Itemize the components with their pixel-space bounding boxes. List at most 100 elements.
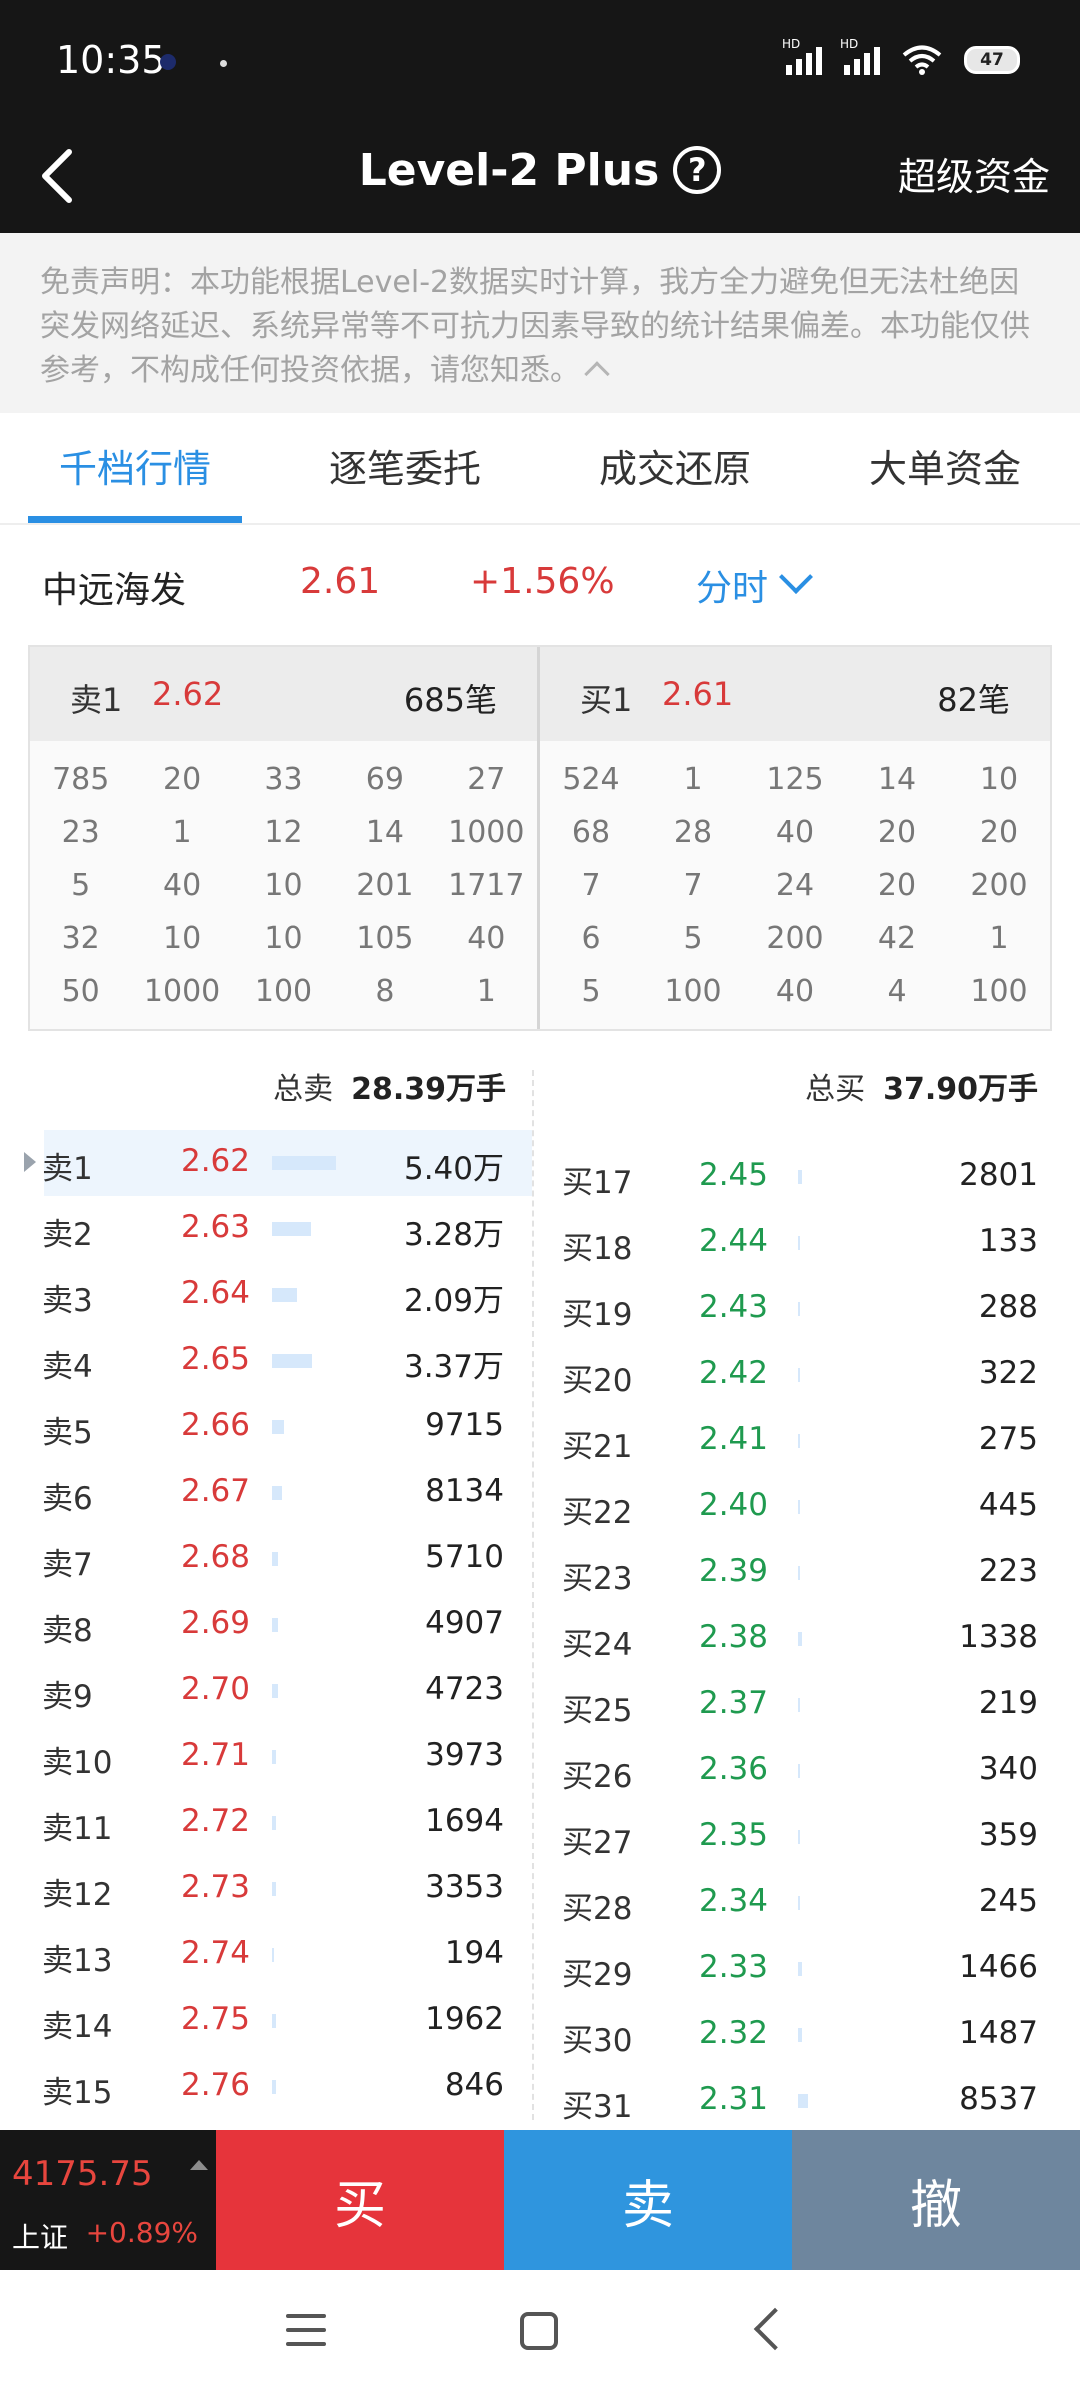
level-volume: 2801 [959, 1157, 1038, 1193]
volume-bar [272, 2014, 276, 2028]
tab-trade-restore[interactable]: 成交还原 [540, 413, 810, 523]
level-price: 2.72 [180, 1803, 250, 1839]
notification-dot-icon [220, 60, 227, 67]
buy-level-row[interactable]: 买19 2.43 288 [534, 1276, 1080, 1342]
sell-rows: 卖1 2.62 5.40万 卖2 2.63 3.28万 卖3 2.64 2.09万 卖4 2.65 3… [0, 1130, 532, 2120]
sell-queue-price: 2.62 [152, 675, 224, 713]
level-label: 卖8 [42, 1613, 93, 1649]
level-volume: 1338 [959, 1619, 1038, 1655]
recent-apps-icon[interactable] [286, 2314, 326, 2348]
system-back-icon[interactable] [753, 2307, 797, 2351]
collapse-chevron-icon[interactable] [584, 360, 610, 387]
sell-queue-cell: 50 [61, 974, 100, 1009]
level-price: 2.36 [698, 1751, 768, 1787]
sell-queue: 卖1 2.62 685笔 785 20 33 69 27 23 1 12 14 1000 5 40 10… [30, 647, 540, 1029]
buy-level-row[interactable]: 买26 2.36 340 [534, 1738, 1080, 1804]
level-label: 买22 [562, 1495, 633, 1531]
sell-queue-cell: 1717 [448, 868, 525, 903]
level-label: 买19 [562, 1297, 633, 1333]
sell-level-row[interactable]: 卖10 2.71 3973 [0, 1724, 532, 1790]
buy-level-row[interactable]: 买21 2.41 275 [534, 1408, 1080, 1474]
sell-level-row[interactable]: 卖12 2.73 3353 [0, 1856, 532, 1922]
level-price: 2.39 [698, 1553, 768, 1589]
period-dropdown[interactable]: 分时 [696, 559, 813, 611]
tab-order-book[interactable]: 千档行情 [0, 413, 270, 523]
sell-queue-cell: 10 [264, 868, 303, 903]
sell-queue-cell: 1000 [143, 974, 221, 1009]
sell-level-row[interactable]: 卖5 2.66 9715 [0, 1394, 532, 1460]
level-volume: 245 [978, 1883, 1038, 1919]
sell-level-row[interactable]: 卖14 2.75 1962 [0, 1988, 532, 2054]
system-nav-bar [0, 2270, 1080, 2400]
buy-level-row[interactable]: 买25 2.37 219 [534, 1672, 1080, 1738]
level-price: 2.65 [180, 1341, 250, 1377]
buy-level-row[interactable]: 买31 2.31 8537 [534, 2068, 1080, 2134]
volume-bar [798, 2028, 802, 2042]
volume-bar [272, 1882, 276, 1896]
sell-level-row[interactable]: 卖2 2.63 3.28万 [0, 1196, 532, 1262]
level-label: 买29 [562, 1957, 633, 1993]
sell-level-row[interactable]: 卖1 2.62 5.40万 [24, 1130, 532, 1196]
sell-level-row[interactable]: 卖11 2.72 1694 [0, 1790, 532, 1856]
help-icon[interactable]: ? [673, 146, 722, 194]
sell-queue-cell: 69 [365, 762, 404, 797]
sell-level-row[interactable]: 卖9 2.70 4723 [0, 1658, 532, 1724]
level-label: 卖12 [42, 1877, 113, 1913]
level-label: 卖1 [42, 1151, 93, 1187]
cancel-order-button[interactable]: 撤 [792, 2130, 1080, 2270]
volume-bar [272, 1288, 297, 1302]
level-volume: 5710 [425, 1539, 504, 1575]
buy-level-row[interactable]: 买29 2.33 1466 [534, 1936, 1080, 2002]
level-label: 买28 [562, 1891, 633, 1927]
buy-button[interactable]: 买 [216, 2130, 504, 2270]
buy-queue-cell: 6 [581, 921, 601, 956]
buy-level-row[interactable]: 买18 2.44 133 [534, 1210, 1080, 1276]
buy-queue-grid: 524 1 125 14 10 68 28 40 20 20 7 7 24 20 200 6 5 200 42 1 5 1… [540, 741, 1050, 1018]
buy-level-row[interactable]: 买20 2.42 322 [534, 1342, 1080, 1408]
buy-queue-cell: 100 [970, 974, 1028, 1009]
buy-level-row[interactable]: 买24 2.38 1338 [534, 1606, 1080, 1672]
level-price: 2.33 [698, 1949, 768, 1985]
level-price: 2.70 [180, 1671, 250, 1707]
level-volume: 9715 [425, 1407, 504, 1443]
buy-level-row[interactable]: 买27 2.35 359 [534, 1804, 1080, 1870]
volume-bar [798, 1500, 800, 1514]
sell-level-row[interactable]: 卖13 2.74 194 [0, 1922, 532, 1988]
home-icon[interactable] [520, 2312, 558, 2350]
sell-level-row[interactable]: 卖7 2.68 5710 [0, 1526, 532, 1592]
sell-level-row[interactable]: 卖8 2.69 4907 [0, 1592, 532, 1658]
order-queue-panel: 卖1 2.62 685笔 785 20 33 69 27 23 1 12 14 1000 5 40 10… [28, 645, 1052, 1031]
buy-level-row[interactable]: 买17 2.45 2801 [534, 1144, 1080, 1210]
page-title: Level-2 Plus [358, 144, 660, 196]
trade-bar: 4175.75 上证 +0.89% 买 卖 撤 [0, 2130, 1080, 2270]
tab-large-orders[interactable]: 大单资金 [810, 413, 1080, 523]
buy-level-row[interactable]: 买22 2.40 445 [534, 1474, 1080, 1540]
level-price: 2.76 [180, 2067, 250, 2103]
buy-queue-cell: 1 [683, 762, 703, 797]
sell-level-row[interactable]: 卖15 2.76 846 [0, 2054, 532, 2120]
sell-level-row[interactable]: 卖3 2.64 2.09万 [0, 1262, 532, 1328]
level-price: 2.40 [698, 1487, 768, 1523]
level-volume: 219 [978, 1685, 1038, 1721]
buy-level-row[interactable]: 买23 2.39 223 [534, 1540, 1080, 1606]
sell-button[interactable]: 卖 [504, 2130, 792, 2270]
signal-2-icon: HD [840, 37, 880, 75]
disclaimer-panel: 免责声明：本功能根据Level-2数据实时计算，我方全力避免但无法杜绝因突发网络… [0, 233, 1080, 413]
level-label: 卖2 [42, 1217, 93, 1253]
sell-level-row[interactable]: 卖6 2.67 8134 [0, 1460, 532, 1526]
buy-level-row[interactable]: 买30 2.32 1487 [534, 2002, 1080, 2068]
tab-tick-orders[interactable]: 逐笔委托 [270, 413, 540, 523]
index-ticker[interactable]: 4175.75 上证 +0.89% [0, 2130, 216, 2270]
buy-queue-cell: 100 [664, 974, 722, 1009]
sell-queue-cell: 40 [163, 868, 202, 903]
level-label: 买18 [562, 1231, 633, 1267]
buy-total: 总买 37.90万手 [534, 1050, 1080, 1130]
level-price: 2.32 [698, 2015, 768, 2051]
sell-level-row[interactable]: 卖4 2.65 3.37万 [0, 1328, 532, 1394]
super-funds-link[interactable]: 超级资金 [898, 146, 1050, 201]
volume-bar [272, 1222, 311, 1236]
buy-level-row[interactable]: 买28 2.34 245 [534, 1870, 1080, 1936]
volume-bar [272, 1486, 282, 1500]
buy-queue-cell: 20 [877, 868, 917, 903]
sell-queue-cell: 40 [467, 921, 506, 956]
